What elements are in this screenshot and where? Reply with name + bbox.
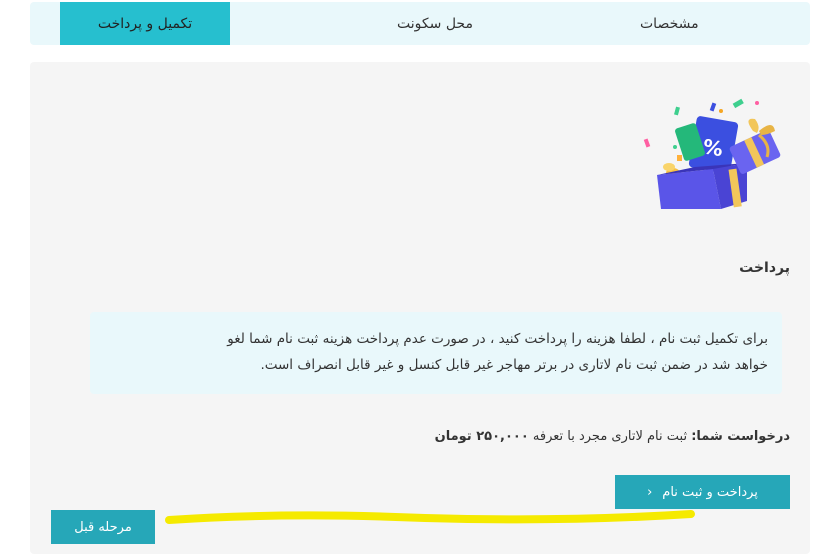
notice-line-1: برای تکمیل ثبت نام ، لطفا هزینه را پرداخ… — [227, 331, 768, 347]
step-details[interactable]: مشخصات — [640, 2, 810, 45]
page: مشخصات محل سکونت تکمیل و پرداخت % پرداخت… — [0, 0, 839, 554]
request-label: درخواست شما: — [691, 429, 790, 444]
request-summary: درخواست شما: ثبت نام لاتاری مجرد با تعرف… — [435, 429, 790, 444]
steps-bar: مشخصات محل سکونت تکمیل و پرداخت — [30, 2, 810, 45]
payment-card: % پرداخت برای تکمیل ثبت نام ، لطفا هزینه… — [30, 62, 810, 554]
step-details-label: مشخصات — [640, 15, 699, 32]
notice-line-2: خواهد شد در ضمن ثبت نام لاتاری در برتر م… — [260, 357, 768, 373]
payment-title: پرداخت — [739, 260, 790, 276]
chevron-left-icon: ‹ — [647, 484, 653, 500]
request-price: ۲۵۰,۰۰۰ تومان — [434, 429, 529, 444]
step-complete-payment-label: تکمیل و پرداخت — [97, 15, 193, 32]
gift-box-discount-illustration: % — [643, 98, 781, 209]
request-text: ثبت نام لاتاری مجرد با تعرفه — [528, 429, 692, 444]
pay-button-label: پرداخت و ثبت نام — [662, 484, 758, 500]
pay-and-register-button[interactable]: پرداخت و ثبت نام ‹ — [615, 475, 790, 509]
previous-step-button[interactable]: مرحله قبل — [51, 510, 155, 544]
prev-button-label: مرحله قبل — [74, 519, 132, 535]
step-complete-payment[interactable]: تکمیل و پرداخت — [60, 2, 230, 45]
svg-text:%: % — [701, 134, 725, 161]
step-residence[interactable]: محل سکونت — [230, 2, 640, 45]
step-residence-label: محل سکونت — [397, 15, 473, 32]
yellow-highlight-stroke — [165, 510, 695, 524]
payment-notice: برای تکمیل ثبت نام ، لطفا هزینه را پرداخ… — [90, 312, 782, 394]
